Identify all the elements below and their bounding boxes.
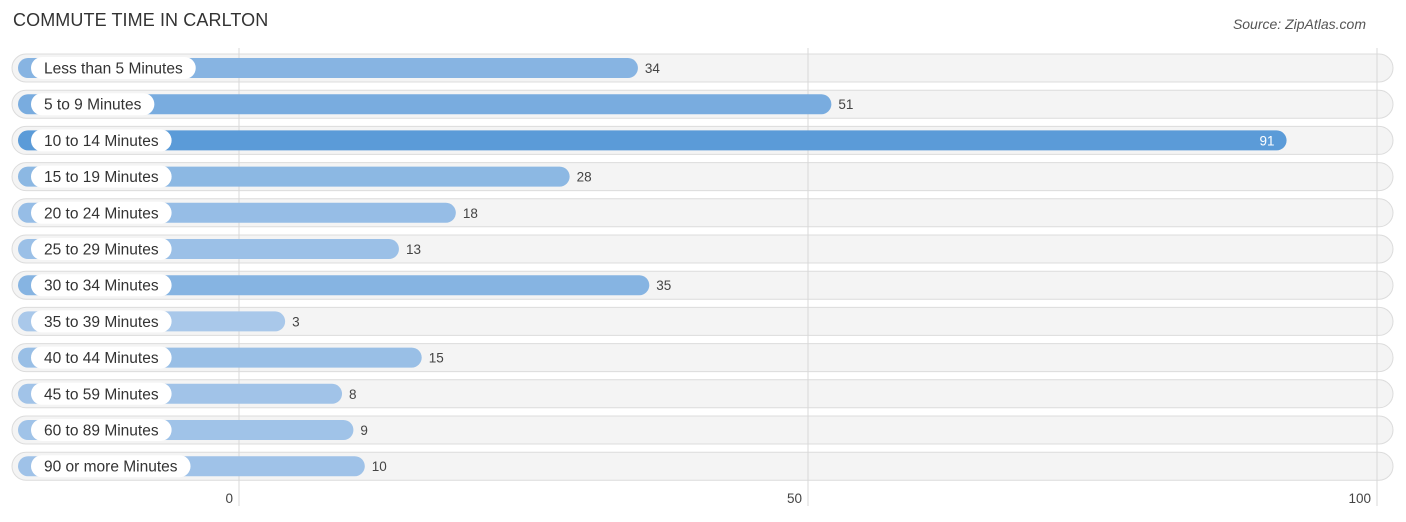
- value-label: 10: [372, 459, 387, 474]
- bar-row: 30 to 34 Minutes 35: [18, 274, 671, 297]
- bar-row: 60 to 89 Minutes 9: [18, 419, 368, 441]
- bar-chart: Less than 5 Minutes 34 5 to 9 Minutes 51 10 …: [11, 48, 1394, 506]
- category-label: 35 to 39 Minutes: [44, 314, 159, 331]
- value-label: 9: [360, 423, 368, 438]
- value-label: 91: [1260, 133, 1275, 148]
- value-label: 13: [406, 242, 421, 257]
- bar-row: 45 to 59 Minutes 8: [18, 382, 357, 405]
- x-tick-label: 100: [1348, 491, 1371, 506]
- x-tick-label: 50: [787, 491, 802, 506]
- bar[interactable]: [18, 130, 1287, 151]
- bar-row: 25 to 29 Minutes 13: [18, 238, 421, 260]
- category-label: Less than 5 Minutes: [44, 61, 183, 78]
- category-label: 30 to 34 Minutes: [44, 278, 159, 295]
- category-label: 25 to 29 Minutes: [44, 242, 159, 259]
- value-label: 28: [577, 170, 592, 185]
- bar-row: 15 to 19 Minutes 28: [18, 165, 592, 188]
- category-label: 90 or more Minutes: [44, 459, 178, 476]
- x-axis: 0 50 100: [225, 491, 1371, 506]
- category-label: 40 to 44 Minutes: [44, 350, 159, 367]
- category-label: 20 to 24 Minutes: [44, 205, 159, 222]
- bars-group: Less than 5 Minutes 34 5 to 9 Minutes 51 10 …: [18, 57, 1287, 478]
- category-label: 60 to 89 Minutes: [44, 423, 159, 440]
- value-label: 51: [838, 97, 853, 112]
- value-label: 8: [349, 387, 357, 402]
- category-label: 45 to 59 Minutes: [44, 386, 159, 403]
- bars-layer: [11, 53, 1394, 481]
- value-label: 35: [656, 278, 671, 293]
- bar-row: Less than 5 Minutes 34: [18, 57, 660, 79]
- bar-row: 90 or more Minutes 10: [18, 455, 387, 478]
- bar-row: 40 to 44 Minutes 15: [18, 346, 444, 369]
- category-label: 15 to 19 Minutes: [44, 169, 159, 186]
- bar-row: 35 to 39 Minutes 3: [18, 310, 300, 333]
- bar-row: 10 to 14 Minutes 91: [18, 129, 1287, 152]
- category-label: 5 to 9 Minutes: [44, 97, 142, 114]
- value-label: 15: [429, 351, 444, 366]
- value-label: 34: [645, 61, 661, 76]
- bar-row: 20 to 24 Minutes 18: [18, 201, 478, 224]
- bar-row: 5 to 9 Minutes 51: [18, 93, 853, 116]
- value-label: 3: [292, 314, 300, 329]
- category-label: 10 to 14 Minutes: [44, 133, 159, 150]
- x-tick-label: 0: [225, 491, 233, 506]
- value-label: 18: [463, 206, 478, 221]
